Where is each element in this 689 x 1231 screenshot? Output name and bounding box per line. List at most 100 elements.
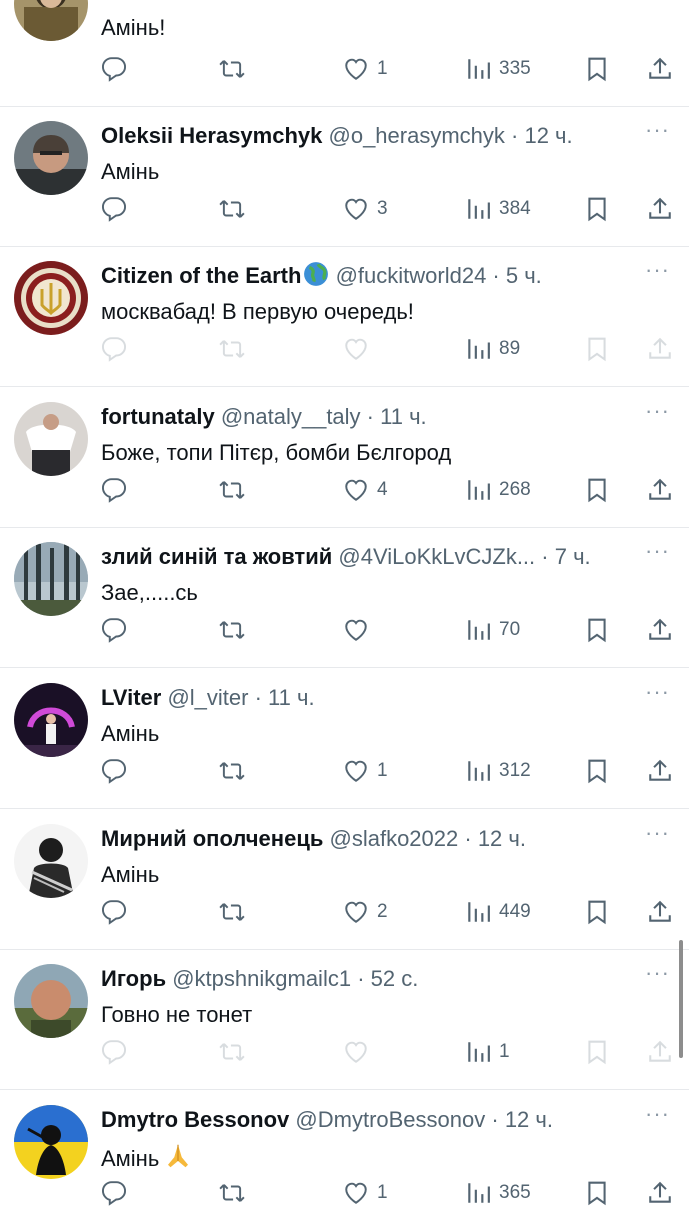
bookmark-button[interactable] [584,333,610,365]
retweet-button[interactable] [219,614,245,646]
avatar[interactable] [14,0,88,41]
like-button[interactable] [343,614,377,646]
reply-button[interactable] [101,896,127,928]
avatar[interactable] [14,1105,88,1179]
tweet-time[interactable]: 11 ч. [268,685,315,710]
tweet-5[interactable]: LViter @l_viter · 11 ч. ··· Амінь 1 312 [0,669,689,809]
user-handle[interactable]: @ktpshnikgmailc1 [172,966,351,991]
reply-button[interactable] [101,333,127,365]
avatar[interactable] [14,683,88,757]
more-icon[interactable]: ··· [645,681,673,707]
display-name[interactable]: Мирний ополченець [101,826,323,851]
tweet-0[interactable]: Амінь! 1 335 [0,0,689,107]
tweet-4[interactable]: злий синій та жовтий @4ViLoKkLvCJZk... ·… [0,528,689,668]
views-button[interactable]: 335 [465,53,531,85]
avatar[interactable] [14,542,88,616]
tweet-time[interactable]: 7 ч. [555,544,591,569]
reply-button[interactable] [101,614,127,646]
views-button[interactable]: 312 [465,755,531,787]
display-name[interactable]: Oleksii Herasymchyk [101,123,322,148]
tweet-time[interactable]: 11 ч. [380,404,427,429]
retweet-button[interactable] [219,1177,245,1209]
tweet-time[interactable]: 12 ч. [524,123,572,148]
tweet-2[interactable]: Citizen of the Earth @fuckitworld24 · 5 … [0,247,689,387]
more-icon[interactable]: ··· [645,540,673,566]
user-handle[interactable]: @l_viter [167,685,248,710]
tweet-time[interactable]: 12 ч. [478,826,526,851]
reply-button[interactable] [101,53,127,85]
tweet-3[interactable]: fortunataly @nataly__taly · 11 ч. ··· Бо… [0,388,689,528]
display-name[interactable]: Citizen of the Earth [101,263,301,288]
retweet-button[interactable] [219,53,245,85]
reply-button[interactable] [101,1036,127,1068]
views-button[interactable]: 1 [465,1036,510,1068]
like-button[interactable]: 1 [343,53,388,85]
avatar[interactable] [14,121,88,195]
more-icon[interactable]: ··· [645,962,673,988]
share-button[interactable] [647,193,673,225]
retweet-button[interactable] [219,755,245,787]
user-handle[interactable]: @o_herasymchyk [329,123,505,148]
retweet-button[interactable] [219,1036,245,1068]
more-icon[interactable]: ··· [645,400,673,426]
display-name[interactable]: fortunataly [101,404,215,429]
views-button[interactable]: 70 [465,614,520,646]
views-button[interactable]: 89 [465,333,520,365]
more-icon[interactable]: ··· [645,119,673,145]
like-button[interactable] [343,1036,377,1068]
bookmark-button[interactable] [584,1036,610,1068]
share-button[interactable] [647,755,673,787]
bookmark-button[interactable] [584,755,610,787]
share-button[interactable] [647,614,673,646]
avatar[interactable] [14,824,88,898]
avatar[interactable] [14,964,88,1038]
more-icon[interactable]: ··· [645,259,673,285]
display-name[interactable]: Dmytro Bessonov [101,1107,289,1132]
display-name[interactable]: Игорь [101,966,166,991]
reply-button[interactable] [101,755,127,787]
like-button[interactable]: 1 [343,755,388,787]
views-button[interactable]: 384 [465,193,531,225]
reply-button[interactable] [101,1177,127,1209]
like-button[interactable]: 3 [343,193,388,225]
user-handle[interactable]: @DmytroBessonov [295,1107,485,1132]
retweet-button[interactable] [219,474,245,506]
tweet-7[interactable]: Игорь @ktpshnikgmailc1 · 52 с. ··· Говно… [0,950,689,1090]
like-button[interactable]: 1 [343,1177,388,1209]
bookmark-button[interactable] [584,614,610,646]
user-handle[interactable]: @nataly__taly [221,404,361,429]
share-button[interactable] [647,1036,673,1068]
tweet-time[interactable]: 12 ч. [505,1107,553,1132]
reply-button[interactable] [101,474,127,506]
tweet-1[interactable]: Oleksii Herasymchyk @o_herasymchyk · 12 … [0,107,689,247]
bookmark-button[interactable] [584,1177,610,1209]
share-button[interactable] [647,474,673,506]
like-button[interactable] [343,333,377,365]
scrollbar[interactable] [679,940,683,1058]
share-button[interactable] [647,53,673,85]
user-handle[interactable]: @fuckitworld24 [336,263,487,288]
tweet-time[interactable]: 52 с. [371,966,419,991]
tweet-6[interactable]: Мирний ополченець @slafko2022 · 12 ч. ··… [0,810,689,950]
bookmark-button[interactable] [584,896,610,928]
tweet-time[interactable]: 5 ч. [506,263,542,288]
avatar[interactable] [14,261,88,335]
share-button[interactable] [647,896,673,928]
retweet-button[interactable] [219,333,245,365]
reply-button[interactable] [101,193,127,225]
user-handle[interactable]: @slafko2022 [330,826,459,851]
share-button[interactable] [647,333,673,365]
display-name[interactable]: LViter [101,685,161,710]
views-button[interactable]: 268 [465,474,531,506]
more-icon[interactable]: ··· [645,822,673,848]
like-button[interactable]: 4 [343,474,388,506]
bookmark-button[interactable] [584,193,610,225]
views-button[interactable]: 365 [465,1177,531,1209]
views-button[interactable]: 449 [465,896,531,928]
retweet-button[interactable] [219,896,245,928]
display-name[interactable]: злий синій та жовтий [101,544,332,569]
tweet-8[interactable]: Dmytro Bessonov @DmytroBessonov · 12 ч. … [0,1091,689,1231]
share-button[interactable] [647,1177,673,1209]
retweet-button[interactable] [219,193,245,225]
more-icon[interactable]: ··· [645,1103,673,1129]
